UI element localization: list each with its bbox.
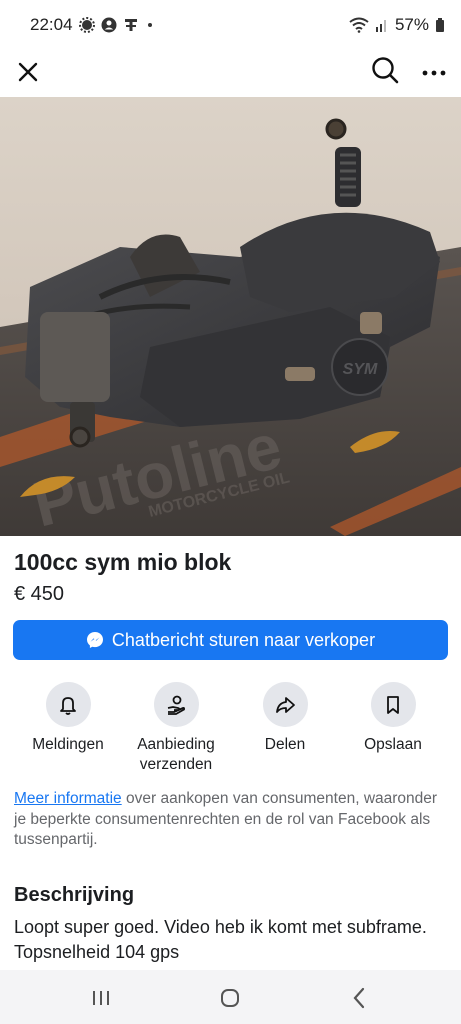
- notify-label: Meldingen: [32, 736, 104, 753]
- battery-percent: 57%: [394, 15, 429, 34]
- save-label: Opslaan: [364, 736, 422, 753]
- bookmark-icon-circle: [370, 682, 416, 727]
- status-bar: 22:04 57%: [0, 0, 461, 50]
- send-offer-label: Aanbieding verzenden: [137, 736, 215, 773]
- close-icon[interactable]: [14, 58, 42, 86]
- engine-photo: Putoline MOTORCYCLE OIL SYM: [0, 97, 461, 536]
- share-button[interactable]: Delen: [230, 682, 340, 755]
- more-options-icon[interactable]: [420, 58, 448, 86]
- bookmark-icon: [387, 695, 399, 714]
- back-icon[interactable]: [346, 984, 374, 1012]
- offer-icon: [167, 695, 186, 715]
- notify-button[interactable]: Meldingen: [13, 682, 123, 755]
- description-heading: Beschrijving: [14, 884, 135, 906]
- bell-icon: [60, 696, 76, 715]
- share-label: Delen: [264, 736, 306, 753]
- action-row: Meldingen Aanbieding verzenden Delen Ops…: [0, 682, 461, 782]
- dot-status-icon: [147, 23, 152, 27]
- message-seller-label: Chatbericht sturen naar verkoper: [111, 629, 376, 650]
- system-nav-bar: [0, 970, 461, 1024]
- listing-title: 100cc sym mio blok: [14, 549, 232, 575]
- bell-icon-circle: [45, 682, 91, 727]
- signal-icon: [375, 20, 386, 32]
- consumer-info: Meer informatie over aankopen van consum…: [14, 789, 444, 851]
- more-info-link[interactable]: Meer informatie: [14, 790, 122, 807]
- status-time: 22:04: [30, 15, 73, 34]
- home-icon[interactable]: [216, 984, 244, 1012]
- search-icon[interactable]: [369, 54, 401, 86]
- offer-icon-circle: [153, 682, 199, 727]
- wifi-icon: [349, 17, 369, 33]
- share-icon: [276, 696, 295, 713]
- battery-icon: [436, 18, 444, 32]
- settings-status-icon: [78, 17, 95, 33]
- photo-emblem-text: SYM: [343, 361, 378, 378]
- message-seller-button[interactable]: Chatbericht sturen naar verkoper: [13, 620, 448, 660]
- send-offer-button[interactable]: Aanbieding verzenden: [121, 682, 231, 775]
- listing-photo[interactable]: Putoline MOTORCYCLE OIL SYM: [0, 97, 461, 536]
- top-bar: [0, 50, 461, 96]
- download-status-icon: [124, 19, 137, 31]
- description-text: Loopt super goed. Video heb ik komt met …: [14, 917, 427, 962]
- listing-price: € 450: [14, 583, 65, 605]
- account-status-icon: [101, 17, 117, 33]
- save-button[interactable]: Opslaan: [338, 682, 448, 755]
- share-icon-circle: [262, 682, 308, 727]
- messenger-icon: [86, 632, 103, 648]
- recent-apps-icon[interactable]: [87, 984, 115, 1012]
